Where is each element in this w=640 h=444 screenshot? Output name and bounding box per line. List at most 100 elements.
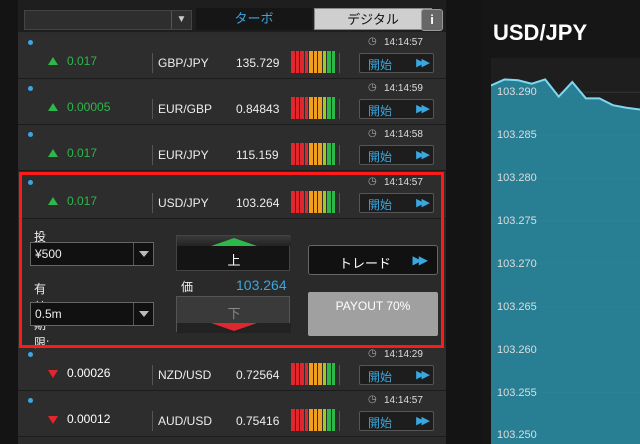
expiry-time: 14:14:57 xyxy=(384,177,423,188)
fast-forward-icon: ▶▶ xyxy=(416,415,430,427)
asset-list-panel: ▼ ターボ デジタル i ◷ 14:14:57 0.017 GBP/JPY 13… xyxy=(18,0,446,444)
fast-forward-icon: ▶▶ xyxy=(416,149,430,161)
start-button[interactable]: 開始 ▶▶ xyxy=(359,145,434,165)
currency-pair: NZD/USD xyxy=(158,368,212,382)
start-button[interactable]: 開始 ▶▶ xyxy=(359,193,434,213)
status-dot-icon xyxy=(28,132,33,137)
trade-label: トレード xyxy=(339,256,392,271)
divider xyxy=(339,99,340,119)
start-button[interactable]: 開始 ▶▶ xyxy=(359,411,434,431)
currency-pair: AUD/USD xyxy=(158,414,213,428)
expiry-time: 14:14:58 xyxy=(384,129,423,140)
start-label: 開始 xyxy=(368,150,393,164)
up-triangle-icon xyxy=(48,103,58,111)
up-triangle-icon xyxy=(48,149,58,157)
start-label: 開始 xyxy=(368,104,393,118)
expiry-time: 14:14:57 xyxy=(384,395,423,406)
divider xyxy=(339,411,340,431)
asset-row[interactable]: ◷ 14:14:57 0.017 USD/JPY 103.264 開始 ▶▶ xyxy=(18,173,446,219)
y-tick-label: 103.255 xyxy=(497,386,537,399)
currency-pair: EUR/JPY xyxy=(158,148,209,162)
current-price: 115.159 xyxy=(236,148,279,162)
divider xyxy=(152,145,153,165)
current-price: 0.75416 xyxy=(236,414,280,428)
price-change: 0.00026 xyxy=(67,366,111,380)
fast-forward-icon: ▶▶ xyxy=(412,253,429,267)
start-label: 開始 xyxy=(368,370,393,384)
divider xyxy=(339,193,340,213)
divider xyxy=(152,365,153,385)
fast-forward-icon: ▶▶ xyxy=(416,197,430,209)
current-price: 103.264 xyxy=(236,196,280,210)
divider xyxy=(339,53,340,73)
asset-row[interactable]: ◷ 14:14:58 0.017 EUR/JPY 115.159 開始 ▶▶ xyxy=(18,125,446,171)
call-up-label: 上 xyxy=(227,253,241,268)
start-label: 開始 xyxy=(368,198,393,212)
divider xyxy=(339,145,340,165)
investment-dropdown[interactable]: ¥500 xyxy=(30,242,154,266)
price-chart: 103.290 103.285 103.280 103.275 103.270 103.2… xyxy=(491,58,640,444)
divider xyxy=(152,99,153,119)
tab-digital[interactable]: デジタル xyxy=(314,8,432,30)
status-dot-icon xyxy=(28,40,33,45)
y-tick-label: 103.265 xyxy=(497,300,537,313)
investment-value: ¥500 xyxy=(35,247,62,261)
data-point xyxy=(625,106,628,109)
y-tick-label: 103.260 xyxy=(497,343,537,356)
status-dot-icon xyxy=(28,398,33,403)
expiry-dropdown[interactable]: 0.5m xyxy=(30,302,154,326)
trade-button[interactable]: トレード ▶▶ xyxy=(308,245,438,275)
sentiment-bar-icon xyxy=(291,191,335,213)
start-button[interactable]: 開始 ▶▶ xyxy=(359,99,434,119)
chevron-down-icon[interactable] xyxy=(133,243,153,265)
down-triangle-icon xyxy=(48,416,58,424)
tab-turbo[interactable]: ターボ xyxy=(196,8,312,30)
start-button[interactable]: 開始 ▶▶ xyxy=(359,53,434,73)
clock-icon: ◷ xyxy=(368,348,377,359)
payout-label: PAYOUT 70% xyxy=(335,299,411,313)
asset-row[interactable]: ◷ 14:14:57 0.017 GBP/JPY 135.729 開始 ▶▶ xyxy=(18,33,446,79)
asset-row[interactable]: ◷ 14:14:59 0.00005 EUR/GBP 0.84843 開始 ▶▶ xyxy=(18,79,446,125)
asset-row[interactable]: ◷ 14:14:29 0.00026 NZD/USD 0.72564 開始 ▶▶ xyxy=(18,345,446,391)
price-change: 0.017 xyxy=(67,146,98,160)
divider xyxy=(339,365,340,385)
start-button[interactable]: 開始 ▶▶ xyxy=(359,365,434,385)
data-point xyxy=(612,104,614,106)
data-point xyxy=(517,79,519,82)
status-dot-icon xyxy=(28,86,33,91)
divider xyxy=(152,193,153,213)
price-change: 0.017 xyxy=(67,194,98,208)
data-point xyxy=(585,97,587,100)
data-point xyxy=(598,97,601,100)
data-point xyxy=(503,78,506,81)
y-tick-label: 103.285 xyxy=(497,129,537,142)
sentiment-bar-icon xyxy=(291,363,335,385)
clock-icon: ◷ xyxy=(368,82,377,93)
currency-pair: GBP/JPY xyxy=(158,56,209,70)
data-point xyxy=(557,95,560,98)
current-price: 0.72564 xyxy=(236,368,280,382)
info-icon[interactable]: i xyxy=(421,9,443,31)
data-point xyxy=(530,82,533,85)
asset-filter-dropdown[interactable]: ▼ xyxy=(24,10,192,30)
y-tick-label: 103.250 xyxy=(497,429,537,442)
currency-pair: EUR/GBP xyxy=(158,102,213,116)
status-dot-icon xyxy=(28,180,33,185)
price-label: 価 xyxy=(181,280,194,294)
call-up-button[interactable]: 上 xyxy=(176,235,291,271)
price-change: 0.017 xyxy=(67,54,98,68)
up-triangle-icon xyxy=(48,197,58,205)
y-tick-label: 103.290 xyxy=(497,86,537,99)
put-down-button[interactable]: 下 xyxy=(176,296,291,333)
price-value: 103.264 xyxy=(236,277,287,293)
asset-row[interactable]: ◷ 14:14:57 0.00012 AUD/USD 0.75416 開始 ▶▶ xyxy=(18,391,446,437)
y-tick-label: 103.280 xyxy=(497,172,537,185)
y-tick-label: 103.270 xyxy=(497,257,537,270)
currency-pair: USD/JPY xyxy=(158,196,209,210)
fast-forward-icon: ▶▶ xyxy=(416,103,430,115)
down-triangle-icon xyxy=(48,370,58,378)
chevron-down-icon[interactable]: ▼ xyxy=(171,11,191,29)
chevron-down-icon[interactable] xyxy=(133,303,153,325)
trading-app: ▼ ターボ デジタル i ◷ 14:14:57 0.017 GBP/JPY 13… xyxy=(0,0,640,444)
price-change: 0.00012 xyxy=(67,412,111,426)
